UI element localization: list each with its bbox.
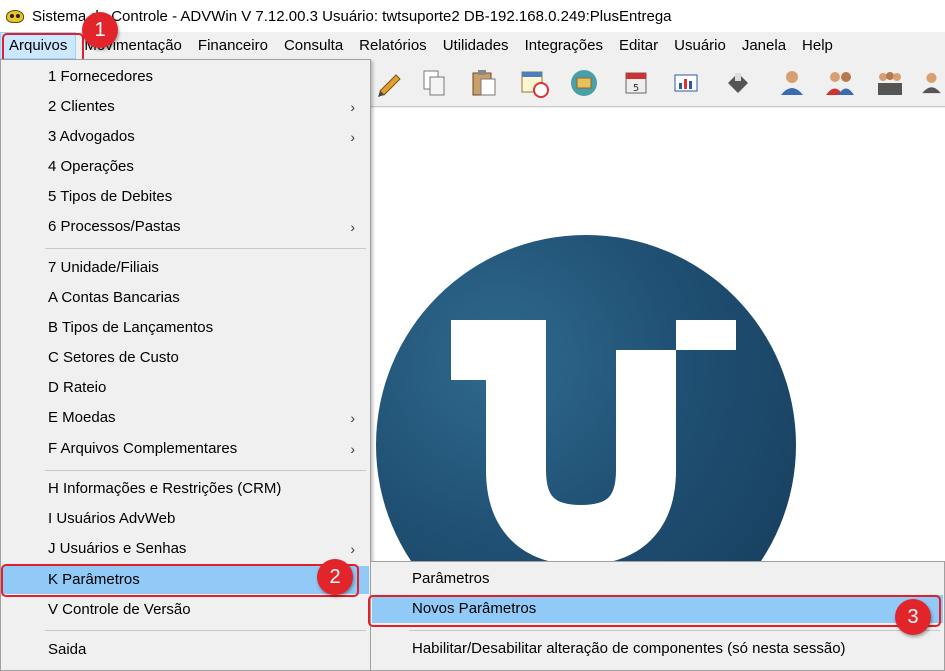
submenu-item-parametros[interactable]: Parâmetros <box>372 565 943 593</box>
menu-item-moedas[interactable]: E Moedas › <box>2 404 369 432</box>
chevron-right-icon: › <box>350 410 355 426</box>
tag-icon[interactable] <box>720 65 756 101</box>
callout-2: 2 <box>317 559 353 595</box>
callout-3: 3 <box>895 599 931 635</box>
group-icon[interactable] <box>872 65 908 101</box>
menu-editar[interactable]: Editar <box>611 32 666 59</box>
menu-item-informacoes-restricoes[interactable]: H Informações e Restrições (CRM) <box>2 475 369 503</box>
chevron-right-icon: › <box>350 541 355 557</box>
folder-disc-icon[interactable] <box>566 65 602 101</box>
menu-separator <box>45 248 366 249</box>
menu-janela[interactable]: Janela <box>734 32 794 59</box>
menu-item-usuarios-advweb[interactable]: I Usuários AdvWeb <box>2 505 369 533</box>
paste-icon[interactable] <box>466 65 502 101</box>
menu-usuario[interactable]: Usuário <box>666 32 734 59</box>
menu-relatorios[interactable]: Relatórios <box>351 32 435 59</box>
chart-icon[interactable] <box>668 65 704 101</box>
menu-item-unidade-filiais[interactable]: 7 Unidade/Filiais <box>2 254 369 282</box>
users-icon[interactable] <box>822 65 858 101</box>
menu-item-processos-pastas[interactable]: 6 Processos/Pastas › <box>2 213 369 241</box>
menu-help[interactable]: Help <box>794 32 841 59</box>
menu-item-contas-bancarias[interactable]: A Contas Bancarias <box>2 284 369 312</box>
menu-bar: Arquivos Movimentação Financeiro Consult… <box>0 32 945 59</box>
menu-separator <box>409 630 940 631</box>
menu-item-tipos-lancamentos[interactable]: B Tipos de Lançamentos <box>2 314 369 342</box>
menu-item-rateio[interactable]: D Rateio <box>2 374 369 402</box>
menu-item-setores-custo[interactable]: C Setores de Custo <box>2 344 369 372</box>
svg-text:5: 5 <box>633 83 639 94</box>
callout-1: 1 <box>82 12 118 48</box>
pencil-icon[interactable] <box>372 65 408 101</box>
chevron-right-icon: › <box>350 219 355 235</box>
novos-parametros-highlight-box <box>368 595 941 627</box>
calendar-clock-icon[interactable] <box>516 65 552 101</box>
chevron-right-icon: › <box>350 129 355 145</box>
menu-item-saida[interactable]: Saida <box>2 636 369 664</box>
title-bar: Sistema de Controle - ADVWin V 7.12.00.3… <box>0 0 945 32</box>
chevron-right-icon: › <box>350 99 355 115</box>
window-title: Sistema de Controle - ADVWin V 7.12.00.3… <box>32 7 672 25</box>
toolbar: 5 <box>370 59 945 107</box>
chevron-right-icon: › <box>350 441 355 457</box>
calendar-icon[interactable]: 5 <box>618 65 654 101</box>
user-icon[interactable] <box>774 65 810 101</box>
menu-financeiro[interactable]: Financeiro <box>190 32 276 59</box>
menu-item-operacoes[interactable]: 4 Operações <box>2 153 369 181</box>
menu-item-tipos-debites[interactable]: 5 Tipos de Debites <box>2 183 369 211</box>
menu-utilidades[interactable]: Utilidades <box>435 32 517 59</box>
menu-integracoes[interactable]: Integrações <box>517 32 611 59</box>
menu-item-arquivos-complementares[interactable]: F Arquivos Complementares › <box>2 435 369 463</box>
copy-icon[interactable] <box>416 65 452 101</box>
menu-item-fornecedores[interactable]: 1 Fornecedores <box>2 63 369 91</box>
user-partial-icon[interactable] <box>918 65 945 101</box>
app-icon <box>4 7 26 25</box>
menu-separator <box>45 470 366 471</box>
parametros-highlight-box <box>1 564 359 597</box>
menu-item-clientes[interactable]: 2 Clientes › <box>2 93 369 121</box>
menu-item-usuarios-senhas[interactable]: J Usuários e Senhas › <box>2 535 369 563</box>
submenu-item-habilitar-desabilitar[interactable]: Habilitar/Desabilitar alteração de compo… <box>372 635 943 663</box>
menu-item-advogados[interactable]: 3 Advogados › <box>2 123 369 151</box>
menu-item-controle-versao[interactable]: V Controle de Versão <box>2 596 369 624</box>
menu-separator <box>45 630 366 631</box>
menu-consulta[interactable]: Consulta <box>276 32 351 59</box>
